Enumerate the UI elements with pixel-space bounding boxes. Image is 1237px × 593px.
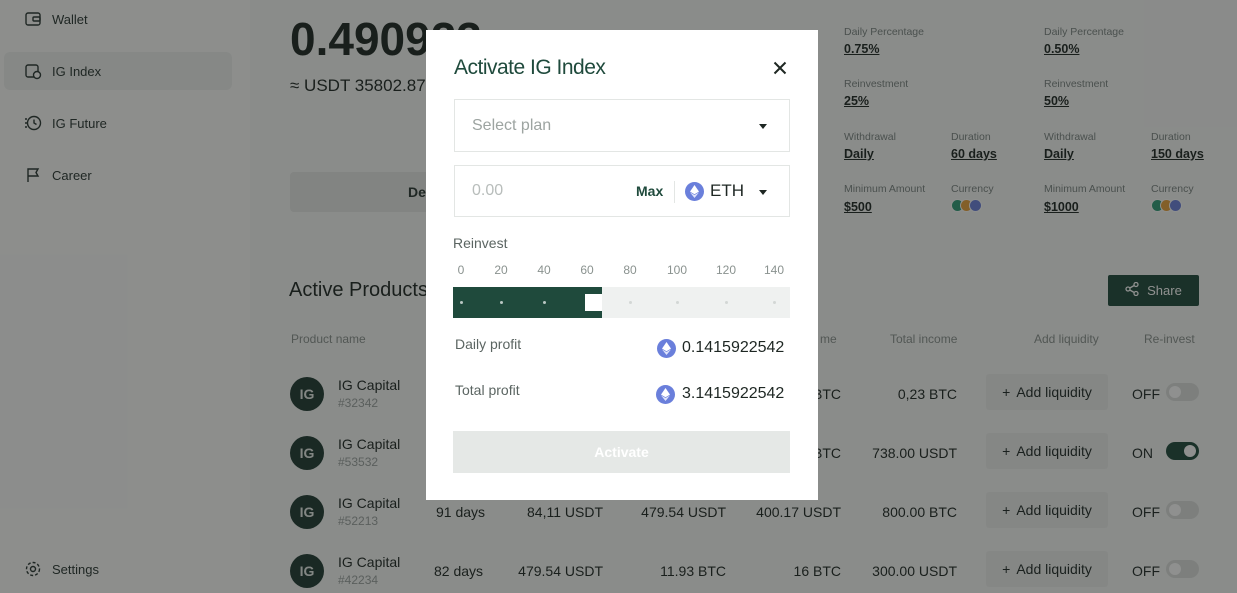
chevron-down-icon: [759, 124, 767, 129]
activate-modal: Activate IG Index Select plan 0.00 Max E…: [426, 30, 818, 500]
eth-icon: [685, 182, 704, 201]
slider-step-dot: [629, 301, 632, 304]
slider-step-dot: [773, 301, 776, 304]
close-icon: [773, 61, 787, 75]
slider-step-dot: [543, 301, 546, 304]
slider-tick: 140: [763, 263, 785, 277]
reinvest-label: Reinvest: [453, 235, 508, 251]
slider-tick: 80: [623, 263, 637, 277]
slider-step-dot: [460, 301, 463, 304]
slider-step-dot: [676, 301, 679, 304]
reinvest-slider[interactable]: [453, 287, 790, 318]
slider-step-dot: [725, 301, 728, 304]
divider: [674, 181, 675, 203]
amount-input[interactable]: 0.00: [472, 182, 503, 200]
activate-button[interactable]: Activate: [453, 431, 790, 473]
daily-profit-value: 0.1415922542: [682, 339, 785, 356]
total-profit-value: 3.1415922542: [682, 385, 785, 402]
slider-tick: 60: [580, 263, 594, 277]
slider-tick: 20: [494, 263, 508, 277]
slider-step-dot: [500, 301, 503, 304]
close-button[interactable]: [770, 58, 790, 78]
slider-tick: 100: [666, 263, 688, 277]
slider-tick: 40: [537, 263, 551, 277]
slider-tick: 120: [715, 263, 737, 277]
eth-icon: [656, 385, 675, 404]
plan-select-placeholder: Select plan: [472, 116, 552, 134]
amount-field[interactable]: 0.00 Max ETH: [454, 165, 790, 217]
currency-select[interactable]: ETH: [710, 181, 744, 201]
eth-icon: [657, 339, 676, 358]
total-profit-label: Total profit: [455, 382, 520, 398]
plan-select[interactable]: Select plan: [454, 99, 790, 152]
slider-fill: [453, 287, 602, 318]
slider-tick: 0: [457, 263, 465, 277]
modal-title: Activate IG Index: [454, 56, 606, 79]
chevron-down-icon[interactable]: [759, 190, 767, 195]
daily-profit-label: Daily profit: [455, 336, 522, 352]
slider-handle[interactable]: [585, 294, 602, 311]
max-button[interactable]: Max: [636, 183, 663, 199]
